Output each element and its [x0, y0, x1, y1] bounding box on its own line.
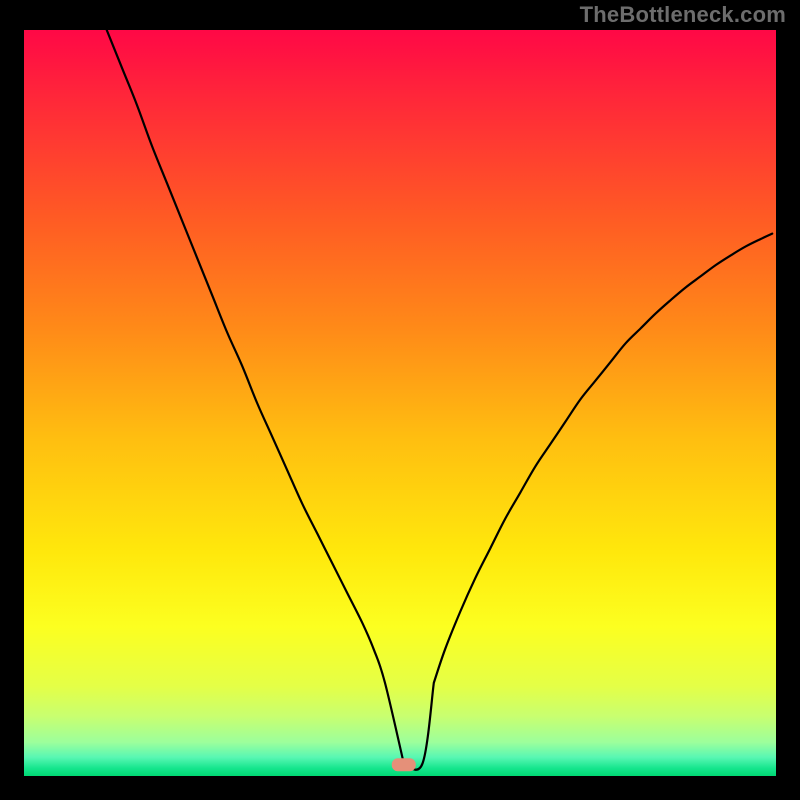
optimal-point-marker	[392, 758, 416, 771]
chart-container: TheBottleneck.com	[0, 0, 800, 800]
bottleneck-chart	[24, 30, 776, 776]
watermark-text: TheBottleneck.com	[580, 2, 786, 28]
plot-background	[24, 30, 776, 776]
